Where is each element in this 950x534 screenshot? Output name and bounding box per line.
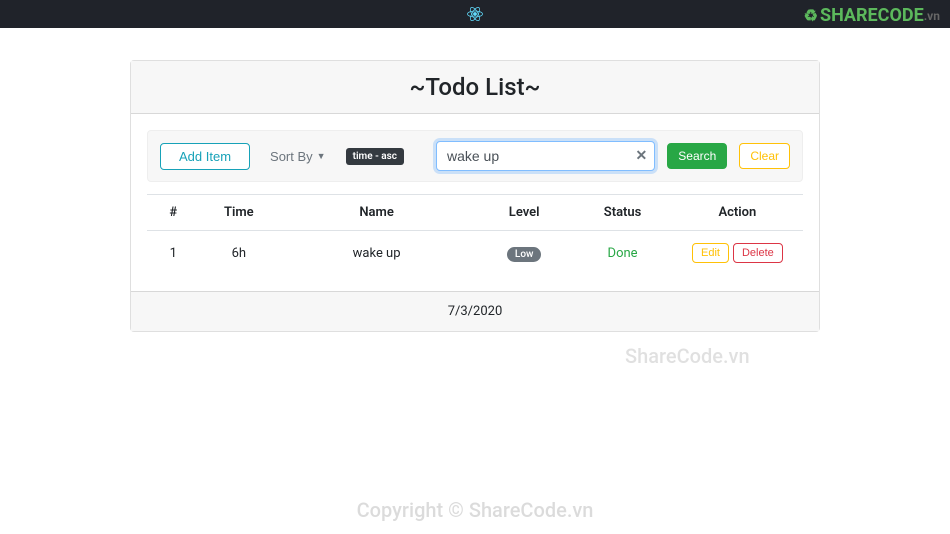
level-badge: Low <box>507 247 542 262</box>
clear-button[interactable]: Clear <box>739 143 790 169</box>
edit-button[interactable]: Edit <box>692 243 729 263</box>
col-status: Status <box>573 195 671 231</box>
search-wrapper: ✕ <box>436 141 655 171</box>
todo-table: # Time Name Level Status Action 1 6h wak… <box>147 194 803 275</box>
col-idx: # <box>147 195 199 231</box>
sort-by-label: Sort By <box>270 149 313 164</box>
watermark-side: ShareCode.vn <box>625 344 750 368</box>
recycle-icon: ♻ <box>804 6 818 25</box>
cell-time: 6h <box>199 231 278 276</box>
cell-level: Low <box>475 231 573 276</box>
cell-status: Done <box>573 231 671 276</box>
col-action: Action <box>672 195 803 231</box>
cell-action: EditDelete <box>672 231 803 276</box>
search-input[interactable] <box>436 141 655 171</box>
delete-button[interactable]: Delete <box>733 243 783 263</box>
col-level: Level <box>475 195 573 231</box>
table-row: 1 6h wake up Low Done EditDelete <box>147 231 803 276</box>
card-body: Add Item Sort By ▼ time - asc ✕ Search C… <box>131 114 819 291</box>
logo-text-green: SHARECODE <box>820 5 924 26</box>
sharecode-logo: ♻ SHARECODE.vn <box>804 5 940 26</box>
add-item-button[interactable]: Add Item <box>160 143 250 170</box>
status-text[interactable]: Done <box>608 246 638 261</box>
todo-card: ~Todo List~ Add Item Sort By ▼ time - as… <box>130 60 820 332</box>
card-footer: 7/3/2020 <box>131 291 819 331</box>
logo-text-suffix: .vn <box>924 9 940 23</box>
caret-down-icon: ▼ <box>317 151 326 161</box>
table-header-row: # Time Name Level Status Action <box>147 195 803 231</box>
cell-name: wake up <box>278 231 475 276</box>
react-logo-icon <box>466 5 484 23</box>
card-header: ~Todo List~ <box>131 61 819 114</box>
controls-row: Add Item Sort By ▼ time - asc ✕ Search C… <box>147 130 803 182</box>
sort-badge: time - asc <box>346 148 404 165</box>
cell-idx: 1 <box>147 231 199 276</box>
col-time: Time <box>199 195 278 231</box>
page-title: ~Todo List~ <box>147 73 803 101</box>
watermark-bottom: Copyright © ShareCode.vn <box>357 498 594 522</box>
search-button[interactable]: Search <box>667 143 727 169</box>
clear-input-icon[interactable]: ✕ <box>636 148 648 164</box>
col-name: Name <box>278 195 475 231</box>
sort-by-dropdown[interactable]: Sort By ▼ <box>262 144 334 169</box>
